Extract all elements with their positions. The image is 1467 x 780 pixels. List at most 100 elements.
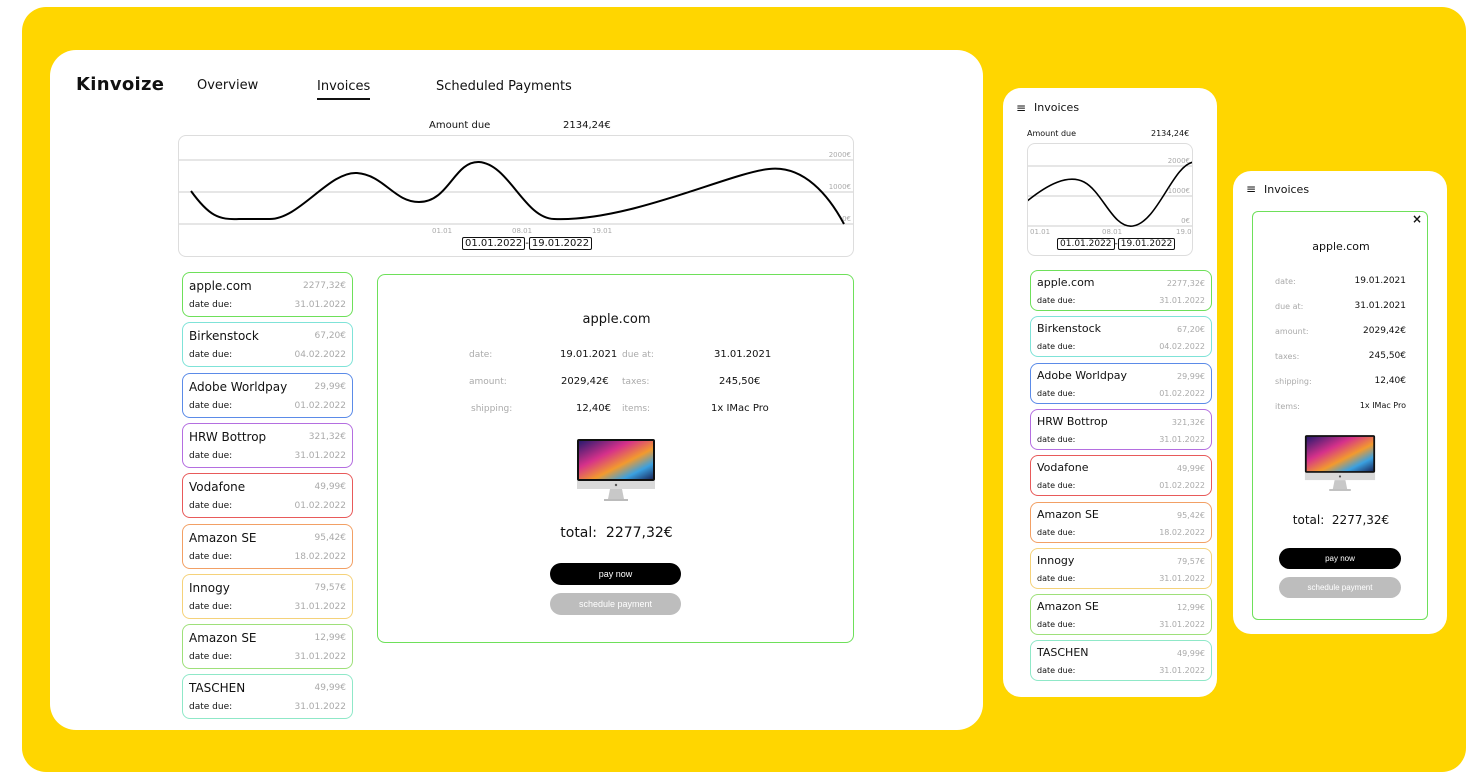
pay-now-button[interactable]: pay now: [550, 563, 681, 585]
invoice-card[interactable]: Amazon SE 12,99€ date due: 31.01.2022: [1030, 594, 1212, 636]
tablet-title: Invoices: [1034, 101, 1080, 114]
date-to-button[interactable]: 19.01.2022: [528, 237, 593, 250]
invoice-date: 01.02.2022: [294, 400, 346, 411]
invoice-card[interactable]: Vodafone 49,99€ date due: 01.02.2022: [182, 473, 353, 519]
invoice-amount: 49,99€: [1177, 649, 1205, 659]
invoice-name: Amazon SE: [189, 631, 257, 646]
invoice-date-label: date due:: [189, 652, 233, 663]
invoice-amount: 29,99€: [1177, 371, 1205, 381]
brand-logo[interactable]: Kinvoize: [76, 74, 164, 95]
invoice-date-label: date due:: [1037, 388, 1076, 398]
invoice-date: 31.01.2022: [1159, 573, 1205, 583]
phone-title: Invoices: [1264, 183, 1310, 196]
invoice-date-label: date due:: [1037, 620, 1076, 630]
phone-pay-now-button[interactable]: pay now: [1279, 548, 1401, 569]
invoice-card[interactable]: Innogy 79,57€ date due: 31.01.2022: [1030, 547, 1212, 589]
invoice-amount: 95,42€: [314, 532, 347, 543]
invoice-date: 31.01.2022: [294, 652, 346, 663]
invoice-card[interactable]: Amazon SE 12,99€ date due: 31.01.2022: [182, 624, 353, 670]
tablet-amount-due-label: Amount due: [1027, 129, 1077, 138]
phone-total-value: 2277,32€: [1331, 513, 1390, 527]
tab-scheduled-payments[interactable]: Scheduled Payments: [436, 79, 572, 94]
invoice-date-label: date due:: [1037, 527, 1076, 537]
invoice-card[interactable]: Innogy 79,57€ date due: 31.01.2022: [182, 573, 353, 619]
invoice-amount: 49,99€: [314, 683, 347, 694]
invoice-amount: 2277,32€: [303, 281, 346, 291]
invoice-card[interactable]: apple.com 2277,32€ date due: 31.01.2022: [1030, 270, 1212, 311]
phone-items-label: items:: [1275, 402, 1300, 411]
tablet-date-range: 01.01.2022-19.01.2022: [1057, 238, 1176, 250]
invoice-date-label: date due:: [1037, 342, 1076, 352]
date-from-button[interactable]: 01.01.2022: [462, 237, 526, 250]
invoice-card[interactable]: Vodafone 49,99€ date due: 01.02.2022: [1030, 455, 1212, 497]
x-tick-1901: 19.01: [592, 227, 613, 235]
invoice-card[interactable]: HRW Bottrop 321,32€ date due: 31.01.2022: [182, 422, 353, 468]
tab-invoices[interactable]: Invoices: [317, 79, 371, 100]
invoice-card[interactable]: Adobe Worldpay 29,99€ date due: 01.02.2022: [182, 372, 353, 418]
invoice-date: 01.02.2022: [294, 501, 346, 512]
phone-date-value: 19.01.2021: [1354, 276, 1406, 286]
amount-line: [190, 160, 845, 225]
close-icon[interactable]: ×: [1412, 212, 1422, 226]
invoice-name: TASCHEN: [189, 681, 246, 696]
invoice-name: Innogy: [189, 580, 230, 595]
invoice-date: 31.01.2022: [294, 450, 346, 461]
tablet-date-to-button[interactable]: 19.01.2022: [1117, 238, 1176, 250]
phone-total-label: total:: [1292, 513, 1325, 527]
phone-detail-title: apple.com: [1312, 240, 1370, 253]
tablet-chart: 2000€ 1000€ 0€ 01.01 08.01 19.01 01.01.2…: [1027, 143, 1193, 256]
invoice-name: Adobe Worldpay: [1037, 368, 1128, 382]
invoice-date-label: date due:: [1037, 481, 1076, 491]
detail-shipping-value: 12,40€: [576, 403, 611, 414]
invoice-card[interactable]: Amazon SE 95,42€ date due: 18.02.2022: [1030, 501, 1212, 543]
schedule-payment-button[interactable]: schedule payment: [550, 593, 681, 615]
phone-total: total: 2277,32€: [1253, 513, 1429, 527]
invoice-date-label: date due:: [189, 551, 233, 562]
invoice-name: Amazon SE: [189, 530, 257, 545]
invoice-card[interactable]: apple.com 2277,32€ date due: 31.01.2022: [182, 272, 353, 317]
invoice-name: Vodafone: [1037, 461, 1089, 475]
tablet-date-from-button[interactable]: 01.01.2022: [1057, 238, 1115, 250]
detail-date-label: date:: [469, 350, 493, 360]
invoice-card[interactable]: Birkenstock 67,20€ date due: 04.02.2022: [182, 322, 353, 368]
desktop-panel: Kinvoize Overview Invoices Scheduled Pay…: [50, 50, 983, 730]
invoice-date-label: date due:: [189, 350, 233, 361]
invoice-card[interactable]: Amazon SE 95,42€ date due: 18.02.2022: [182, 523, 353, 569]
phone-menu-icon[interactable]: ≡: [1246, 182, 1256, 196]
invoice-name: Birkenstock: [189, 329, 259, 344]
invoice-date-label: date due:: [1037, 666, 1076, 676]
tab-overview[interactable]: Overview: [197, 78, 258, 93]
invoice-date-label: date due:: [189, 400, 233, 411]
detail-taxes-label: taxes:: [622, 377, 650, 387]
invoice-card[interactable]: HRW Bottrop 321,32€ date due: 31.01.2022: [1030, 408, 1212, 450]
detail-taxes-value: 245,50€: [719, 376, 761, 387]
invoice-date: 04.02.2022: [1159, 342, 1205, 352]
detail-items-value: 1x IMac Pro: [711, 403, 769, 414]
menu-icon[interactable]: ≡: [1016, 101, 1026, 115]
invoice-date-label: date due:: [189, 601, 233, 612]
invoice-card[interactable]: Adobe Worldpay 29,99€ date due: 01.02.2022: [1030, 362, 1212, 404]
phone-imac-image: [1304, 435, 1376, 491]
detail-total: total: 2277,32€: [378, 525, 855, 541]
amount-chart: 2000€ 1000€ 0€ 01.01 08.01 19.01 01.01.2…: [178, 135, 854, 257]
phone-schedule-payment-button[interactable]: schedule payment: [1279, 577, 1401, 598]
invoice-date-label: date due:: [189, 501, 233, 512]
invoice-card[interactable]: Birkenstock 67,20€ date due: 04.02.2022: [1030, 316, 1212, 358]
invoice-card[interactable]: TASCHEN 49,99€ date due: 31.01.2022: [182, 674, 353, 720]
invoice-date-label: date due:: [1037, 434, 1076, 444]
phone-due-value: 31.01.2021: [1354, 301, 1406, 311]
phone-due-label: due at:: [1275, 302, 1304, 311]
invoice-date: 31.01.2022: [1159, 666, 1205, 676]
invoice-date: 31.01.2022: [1159, 296, 1205, 305]
invoice-name: apple.com: [189, 279, 252, 293]
invoice-amount: 12,99€: [314, 633, 347, 644]
amount-due-value: 2134,24€: [563, 120, 611, 131]
phone-taxes-label: taxes:: [1275, 352, 1300, 361]
detail-shipping-label: shipping:: [471, 404, 513, 414]
invoice-name: Birkenstock: [1037, 322, 1102, 336]
invoice-card[interactable]: TASCHEN 49,99€ date due: 31.01.2022: [1030, 640, 1212, 682]
y-tick-2000: 2000€: [828, 151, 851, 159]
invoice-date-label: date due:: [189, 300, 233, 310]
invoice-date-label: date due:: [189, 450, 233, 461]
invoice-amount: 321,32€: [308, 431, 346, 442]
